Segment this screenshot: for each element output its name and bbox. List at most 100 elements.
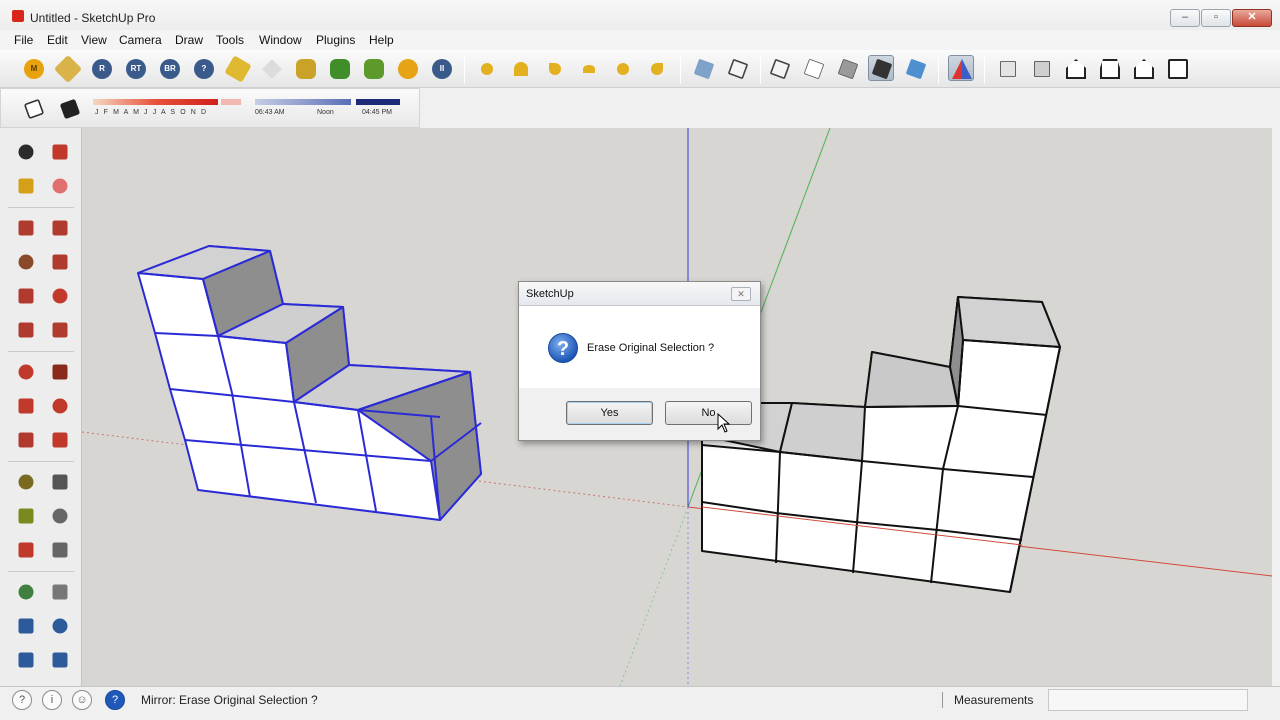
orbit-icon[interactable] bbox=[12, 578, 40, 606]
circle-tool-icon[interactable]: ? bbox=[191, 56, 217, 82]
previous-view-icon[interactable] bbox=[46, 646, 74, 674]
arc-tool-icon[interactable] bbox=[46, 248, 74, 276]
circle-tool-icon[interactable] bbox=[12, 248, 40, 276]
iso-view-icon[interactable] bbox=[691, 56, 717, 82]
shaded-icon[interactable] bbox=[948, 55, 974, 81]
rt-plugin-icon[interactable]: RT bbox=[123, 56, 149, 82]
dimension-icon[interactable] bbox=[46, 468, 74, 496]
month-slider[interactable] bbox=[93, 99, 218, 105]
xray-icon[interactable] bbox=[903, 56, 929, 82]
back-view-icon[interactable] bbox=[835, 56, 861, 82]
tag-icon[interactable] bbox=[53, 54, 83, 84]
protractor-icon[interactable] bbox=[12, 502, 40, 530]
axes-tool-icon[interactable] bbox=[12, 536, 40, 564]
push-pull-icon[interactable] bbox=[46, 358, 74, 386]
rectangle-tool-icon[interactable] bbox=[12, 214, 40, 242]
scale-tool-icon[interactable] bbox=[12, 426, 40, 454]
close-button[interactable]: ✕ bbox=[1232, 9, 1272, 27]
paint-bucket-icon[interactable] bbox=[12, 172, 40, 200]
polygon-tool-icon[interactable] bbox=[12, 282, 40, 310]
menu-file[interactable]: File bbox=[14, 33, 33, 47]
dome-icon[interactable] bbox=[576, 56, 602, 82]
geo-location-icon[interactable]: ? bbox=[12, 690, 32, 710]
umbrella-icon[interactable] bbox=[508, 56, 534, 82]
br-plugin-icon[interactable]: BR bbox=[157, 56, 183, 82]
tree-alt-icon[interactable] bbox=[361, 56, 387, 82]
box-icon[interactable] bbox=[1165, 56, 1191, 82]
user-icon[interactable]: ☺ bbox=[72, 690, 92, 710]
credits-icon[interactable]: i bbox=[42, 690, 62, 710]
house-icon[interactable] bbox=[1063, 56, 1089, 82]
menu-tools[interactable]: Tools bbox=[216, 33, 244, 47]
offset-tool-icon[interactable] bbox=[46, 426, 74, 454]
house-outline-icon[interactable] bbox=[1097, 56, 1123, 82]
display-shadows-icon[interactable] bbox=[57, 96, 83, 122]
two-point-arc-icon[interactable] bbox=[46, 316, 74, 344]
m-plugin-icon[interactable]: M bbox=[21, 56, 47, 82]
dialog-close-icon[interactable]: ✕ bbox=[731, 287, 751, 301]
tree-icon[interactable] bbox=[327, 56, 353, 82]
selected-staircase-object bbox=[137, 245, 482, 521]
eraser-icon[interactable] bbox=[46, 172, 74, 200]
menu-draw[interactable]: Draw bbox=[175, 33, 203, 47]
pan-icon[interactable] bbox=[46, 578, 74, 606]
3d-text-icon[interactable] bbox=[46, 536, 74, 564]
left-view-icon[interactable] bbox=[868, 55, 894, 81]
tape-measure-icon[interactable] bbox=[12, 468, 40, 496]
cone-icon[interactable] bbox=[542, 56, 568, 82]
yes-button[interactable]: Yes bbox=[566, 401, 653, 425]
shadow-settings-icon[interactable] bbox=[21, 96, 47, 122]
section-icon[interactable] bbox=[1029, 56, 1055, 82]
time-mid-label: Noon bbox=[317, 109, 334, 116]
instructor-icon[interactable]: ? bbox=[105, 690, 125, 710]
menu-edit[interactable]: Edit bbox=[47, 33, 68, 47]
pie-tool-icon[interactable] bbox=[12, 316, 40, 344]
main-toolbar: M R RT BR ? II bbox=[0, 50, 1280, 88]
time-end-label: 04:45 PM bbox=[362, 109, 392, 116]
rotate-tool-icon[interactable] bbox=[12, 392, 40, 420]
text-tool-icon[interactable] bbox=[46, 502, 74, 530]
front-view-icon[interactable] bbox=[767, 56, 793, 82]
label-icon[interactable] bbox=[224, 55, 252, 83]
pin-icon[interactable] bbox=[644, 56, 670, 82]
select-tool-icon[interactable] bbox=[12, 138, 40, 166]
menu-view[interactable]: View bbox=[81, 33, 107, 47]
zoom-icon[interactable] bbox=[12, 612, 40, 640]
zoom-window-icon[interactable] bbox=[46, 612, 74, 640]
time-slider[interactable] bbox=[255, 99, 351, 105]
ball-icon[interactable] bbox=[610, 56, 636, 82]
zoom-extents-icon[interactable] bbox=[12, 646, 40, 674]
menu-camera[interactable]: Camera bbox=[119, 33, 162, 47]
top-view-icon[interactable] bbox=[725, 56, 751, 82]
textured-icon[interactable] bbox=[995, 56, 1021, 82]
tools-separator bbox=[8, 207, 74, 208]
tools-palette bbox=[0, 128, 82, 686]
month-labels: J F M A M J J A S O N D bbox=[95, 109, 208, 116]
menu-plugins[interactable]: Plugins bbox=[316, 33, 355, 47]
maximize-button[interactable]: ▫ bbox=[1201, 9, 1231, 27]
measurements-input[interactable] bbox=[1048, 689, 1248, 711]
status-bar: ? i ☺ ? Mirror: Erase Original Selection… bbox=[0, 686, 1280, 720]
no-button[interactable]: No bbox=[665, 401, 752, 425]
freehand-tool-icon[interactable] bbox=[46, 282, 74, 310]
dialog-title: SketchUp bbox=[526, 288, 574, 300]
menu-help[interactable]: Help bbox=[369, 33, 394, 47]
house-alt-icon[interactable] bbox=[1131, 56, 1157, 82]
make-component-icon[interactable] bbox=[46, 138, 74, 166]
line-tool-icon[interactable] bbox=[46, 214, 74, 242]
move-tool-icon[interactable] bbox=[12, 358, 40, 386]
dialog-body: ? Erase Original Selection ? bbox=[519, 306, 760, 388]
follow-me-icon[interactable] bbox=[46, 392, 74, 420]
right-view-icon[interactable] bbox=[801, 56, 827, 82]
sphere-icon[interactable] bbox=[474, 56, 500, 82]
pause-icon[interactable]: II bbox=[429, 56, 455, 82]
sun-icon[interactable] bbox=[395, 56, 421, 82]
flower-icon[interactable] bbox=[293, 56, 319, 82]
minimize-button[interactable]: – bbox=[1170, 9, 1200, 27]
measurements-label: Measurements bbox=[954, 693, 1034, 707]
r-plugin-icon[interactable]: R bbox=[89, 56, 115, 82]
time-slider-end bbox=[356, 99, 400, 105]
diamond-icon[interactable] bbox=[259, 56, 285, 82]
menu-window[interactable]: Window bbox=[259, 33, 302, 47]
tools-separator bbox=[8, 461, 74, 462]
